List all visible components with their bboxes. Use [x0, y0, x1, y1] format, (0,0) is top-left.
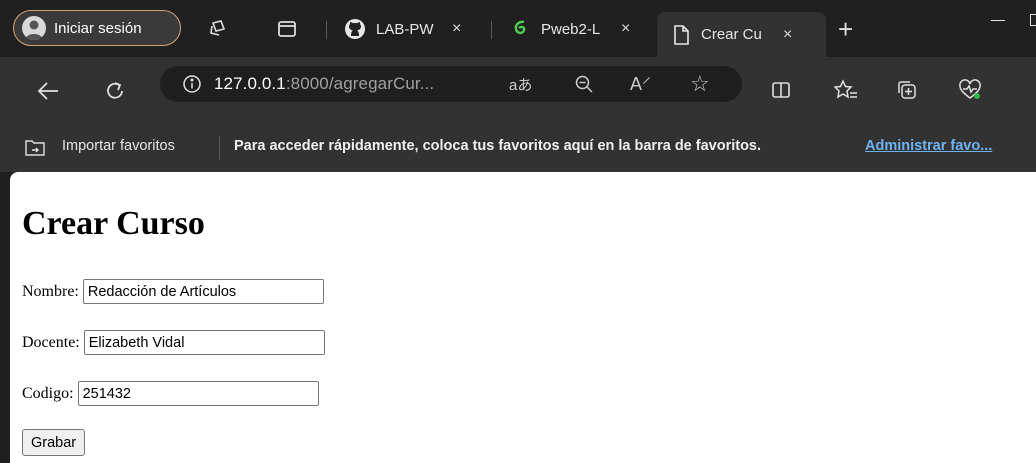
page-title: Crear Curso: [22, 205, 205, 242]
import-favorites-icon[interactable]: [24, 137, 46, 157]
profile-label: Iniciar sesión: [54, 19, 142, 37]
tab-crear-curso[interactable]: Crear Cu ×: [657, 12, 826, 57]
nombre-input[interactable]: [82, 279, 324, 304]
zoom-icon[interactable]: [574, 74, 594, 94]
browser-toolbar: 127.0.0.1:8000/agregarCur... aあ A⸍ ☆: [0, 57, 1036, 125]
favorites-separator: [219, 136, 220, 160]
grabar-button[interactable]: Grabar: [22, 429, 86, 456]
codigo-label: Codigo:: [22, 384, 74, 402]
url-path: :8000/agregarCur...: [285, 74, 435, 93]
avatar-icon: [22, 16, 46, 40]
tab-title: Crear Cu: [701, 26, 762, 43]
back-arrow-icon[interactable]: [36, 80, 58, 102]
new-tab-button[interactable]: +: [838, 14, 853, 45]
github-icon: [344, 18, 366, 40]
docente-label: Docente:: [22, 333, 80, 351]
page-content: Crear Curso Nombre: Docente: Codigo: Gra…: [10, 172, 1036, 463]
favorites-icon[interactable]: [833, 79, 857, 101]
nombre-row: Nombre:: [22, 279, 324, 304]
tab-close-button[interactable]: ×: [621, 20, 630, 38]
codigo-input[interactable]: [77, 381, 319, 406]
tab-close-button[interactable]: ×: [452, 20, 461, 38]
gitlab-icon: [509, 18, 531, 40]
favorites-bar: Importar favoritos Para acceder rápidame…: [0, 125, 1036, 172]
read-aloud-icon[interactable]: A⸍: [630, 72, 651, 96]
import-favorites-button[interactable]: Importar favoritos: [62, 138, 175, 154]
maximize-button[interactable]: [1030, 14, 1036, 26]
url-text[interactable]: 127.0.0.1:8000/agregarCur...: [214, 74, 434, 94]
site-info-icon[interactable]: [182, 74, 202, 94]
tab-title: Pweb2-L: [541, 20, 601, 38]
workspaces-icon[interactable]: [207, 18, 229, 40]
favorite-star-icon[interactable]: ☆: [690, 71, 710, 97]
tab-lab-pw[interactable]: LAB-PW ×: [340, 10, 480, 48]
docente-input[interactable]: [83, 330, 325, 355]
tab-close-button[interactable]: ×: [783, 26, 792, 44]
browser-essentials-icon[interactable]: [958, 79, 981, 101]
translate-icon[interactable]: aあ: [509, 74, 532, 95]
favorites-hint-text: Para acceder rápidamente, coloca tus fav…: [234, 138, 762, 154]
collections-icon[interactable]: [896, 79, 918, 101]
manage-favorites-link[interactable]: Administrar favo...: [865, 138, 992, 154]
tab-title: LAB-PW: [376, 20, 434, 38]
tab-separator: [326, 21, 327, 39]
profile-button[interactable]: Iniciar sesión: [13, 10, 181, 46]
minimize-button[interactable]: [991, 20, 1005, 21]
refresh-icon[interactable]: [104, 80, 126, 102]
nombre-label: Nombre:: [22, 282, 79, 300]
url-host: 127.0.0.1: [214, 74, 286, 93]
split-screen-icon[interactable]: [770, 79, 792, 101]
tab-separator: [491, 21, 492, 39]
tab-strip: Iniciar sesión LAB-PW × Pweb2-L × Crear …: [0, 0, 1036, 57]
tab-pweb2[interactable]: Pweb2-L ×: [505, 10, 645, 48]
page-icon: [671, 24, 691, 46]
address-bar[interactable]: 127.0.0.1:8000/agregarCur... aあ A⸍ ☆: [160, 66, 742, 102]
codigo-row: Codigo:: [22, 381, 319, 406]
docente-row: Docente:: [22, 330, 325, 355]
tab-actions-icon[interactable]: [276, 18, 298, 40]
